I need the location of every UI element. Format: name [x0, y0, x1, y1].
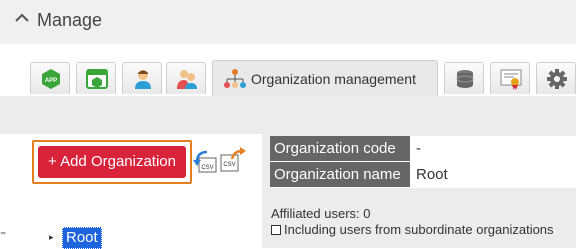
chevron-up-icon[interactable] [14, 10, 30, 26]
database-icon [456, 70, 474, 88]
include-subordinate-option[interactable]: Including users from subordinate organiz… [271, 222, 554, 237]
include-subordinate-checkbox[interactable] [271, 225, 281, 235]
csv-import-icon[interactable]: CSV [193, 150, 217, 174]
affiliated-users-count: Affiliated users: 0 [271, 206, 371, 221]
tab-certificate[interactable] [490, 62, 530, 94]
tree-node-root[interactable]: Root [62, 227, 102, 249]
add-organization-button[interactable]: + Add Organization [38, 146, 186, 178]
tab-app-window[interactable] [76, 62, 116, 94]
tab-organization-management-label: Organization management [251, 71, 416, 87]
svg-text:CSV: CSV [201, 165, 213, 171]
app-icon: APP [42, 69, 60, 89]
user-icon [135, 70, 151, 89]
svg-text:CSV: CSV [223, 162, 235, 168]
tab-user[interactable] [122, 62, 162, 94]
header-title: Manage [37, 10, 103, 30]
users-group-icon [177, 70, 197, 89]
gear-icon [547, 69, 567, 89]
tab-settings[interactable] [536, 62, 576, 94]
left-edge-glyph: ⁼ [0, 228, 7, 242]
tab-organization-management[interactable]: Organization management [212, 60, 438, 96]
app-window-icon [86, 69, 108, 89]
certificate-icon [500, 69, 522, 90]
svg-text:APP: APP [45, 78, 57, 84]
csv-export-icon[interactable]: CSV [220, 147, 246, 173]
tab-users-group[interactable] [166, 62, 206, 94]
tree-expand-icon[interactable]: ▸ [49, 232, 54, 243]
manage-header[interactable]: Manage [0, 0, 576, 44]
organization-code-label: Organization code [270, 136, 410, 161]
organization-icon [224, 69, 246, 88]
organization-name-value: Root [416, 166, 448, 183]
tab-bar: APP Organization management [0, 44, 576, 96]
organization-code-value: - [416, 140, 421, 157]
include-subordinate-label: Including users from subordinate organiz… [284, 222, 554, 237]
tab-app[interactable]: APP [30, 62, 70, 94]
organization-name-label: Organization name [270, 162, 410, 187]
tab-database[interactable] [444, 62, 484, 94]
